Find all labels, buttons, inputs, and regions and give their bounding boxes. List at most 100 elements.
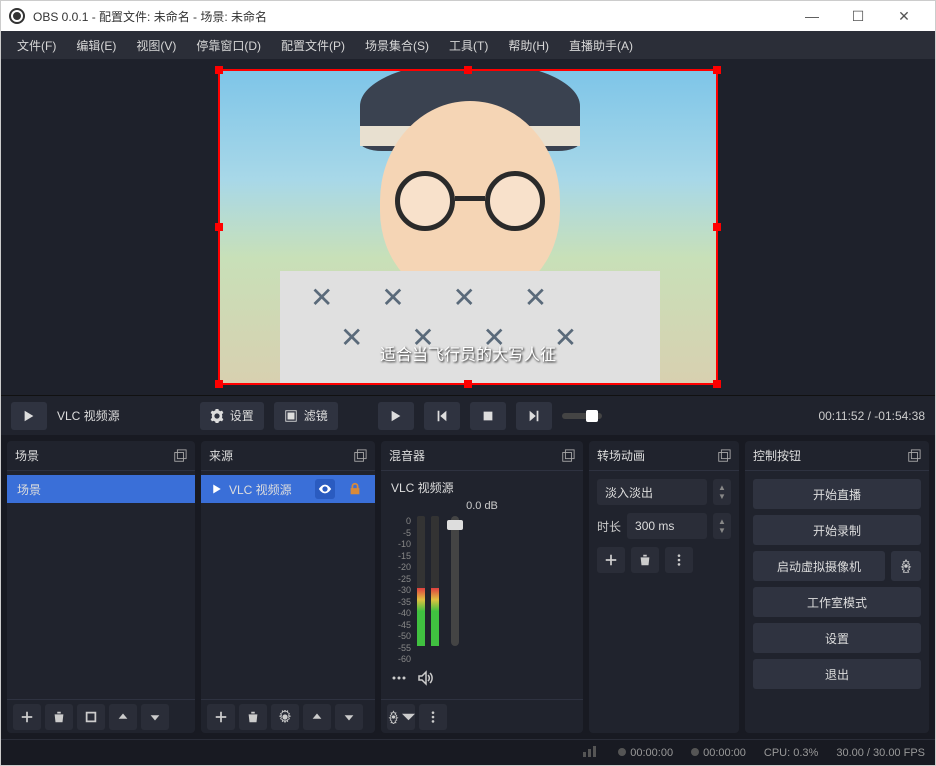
start-streaming-button[interactable]: 开始直播 — [753, 479, 921, 509]
window-title: OBS 0.0.1 - 配置文件: 未命名 - 场景: 未命名 — [33, 8, 267, 25]
resize-handle-r[interactable] — [713, 223, 721, 231]
source-visibility-toggle[interactable] — [315, 479, 335, 499]
dock-popout-icon[interactable] — [173, 449, 187, 463]
record-time: 00:00:00 — [691, 747, 746, 759]
scene-down-button[interactable] — [141, 704, 169, 730]
scene-item[interactable]: 场景 — [7, 475, 195, 503]
menu-tools[interactable]: 工具(T) — [441, 33, 496, 58]
menu-scene-collection[interactable]: 场景集合(S) — [357, 33, 437, 58]
transitions-title: 转场动画 — [597, 447, 645, 464]
source-filters-button[interactable]: 滤镜 — [274, 402, 338, 430]
play-source-icon[interactable] — [11, 402, 47, 430]
transition-select-spinner[interactable]: ▲▼ — [713, 479, 731, 505]
exit-button[interactable]: 退出 — [753, 659, 921, 689]
resize-handle-b[interactable] — [464, 380, 472, 388]
media-time: 00:11:52 / -01:54:38 — [818, 409, 925, 423]
scene-filters-button[interactable] — [77, 704, 105, 730]
fps-display: 30.00 / 30.00 FPS — [836, 747, 925, 759]
resize-handle-tl[interactable] — [215, 66, 223, 74]
sources-title: 来源 — [209, 447, 233, 464]
menu-dock[interactable]: 停靠窗口(D) — [188, 33, 269, 58]
network-indicator — [583, 746, 600, 760]
add-transition-button[interactable] — [597, 547, 625, 573]
resize-handle-bl[interactable] — [215, 380, 223, 388]
media-progress-slider[interactable] — [562, 413, 602, 419]
docks-area: 场景 场景 来源 VLC 视频源 — [1, 435, 935, 739]
play-icon — [211, 483, 223, 495]
studio-mode-button[interactable]: 工作室模式 — [753, 587, 921, 617]
media-next-button[interactable] — [516, 402, 552, 430]
add-source-button[interactable] — [207, 704, 235, 730]
mixer-mute-icon[interactable] — [417, 670, 433, 686]
audio-meter-left — [417, 516, 425, 646]
menu-file[interactable]: 文件(F) — [9, 33, 64, 58]
controls-panel: 控制按钮 开始直播 开始录制 启动虚拟摄像机 工作室模式 设置 退出 — [745, 441, 929, 733]
statusbar: 00:00:00 00:00:00 CPU: 0.3% 30.00 / 30.0… — [1, 739, 935, 765]
menu-profile[interactable]: 配置文件(P) — [273, 33, 353, 58]
start-recording-button[interactable]: 开始录制 — [753, 515, 921, 545]
minimize-button[interactable]: — — [789, 1, 835, 31]
selected-source-label: VLC 视频源 — [57, 407, 120, 424]
dock-popout-icon[interactable] — [907, 449, 921, 463]
source-selection-box[interactable]: 适合当飞行员的大写人征 — [218, 69, 718, 385]
menu-edit[interactable]: 编辑(E) — [68, 33, 124, 58]
sources-panel: 来源 VLC 视频源 — [201, 441, 375, 733]
mixer-menu-button[interactable] — [419, 704, 447, 730]
settings-button[interactable]: 设置 — [753, 623, 921, 653]
media-play-button[interactable] — [378, 402, 414, 430]
duration-spinner[interactable]: ▲▼ — [713, 513, 731, 539]
stream-time: 00:00:00 — [618, 747, 673, 759]
virtualcam-settings-button[interactable] — [891, 551, 921, 581]
resize-handle-tr[interactable] — [713, 66, 721, 74]
transition-menu-button[interactable] — [665, 547, 693, 573]
audio-meter-right — [431, 516, 439, 646]
mixer-scale: 0-5-10-15-20-25-30-35-40-45-50-55-60 — [391, 516, 411, 664]
source-settings-button[interactable]: 设置 — [200, 402, 264, 430]
dock-popout-icon[interactable] — [717, 449, 731, 463]
resize-handle-t[interactable] — [464, 66, 472, 74]
resize-handle-br[interactable] — [713, 380, 721, 388]
remove-transition-button[interactable] — [631, 547, 659, 573]
preview-area[interactable]: 适合当飞行员的大写人征 — [1, 59, 935, 395]
mixer-title: 混音器 — [389, 447, 425, 464]
scene-up-button[interactable] — [109, 704, 137, 730]
dock-popout-icon[interactable] — [353, 449, 367, 463]
scenes-title: 场景 — [15, 447, 39, 464]
maximize-button[interactable]: ☐ — [835, 1, 881, 31]
resize-handle-l[interactable] — [215, 223, 223, 231]
duration-input[interactable]: 300 ms — [627, 513, 707, 539]
transition-select[interactable]: 淡入淡出 — [597, 479, 707, 505]
transitions-panel: 转场动画 淡入淡出 ▲▼ 时长 300 ms ▲▼ — [589, 441, 739, 733]
close-button[interactable]: ✕ — [881, 1, 927, 31]
video-subtitle: 适合当飞行员的大写人征 — [220, 341, 716, 365]
cpu-usage: CPU: 0.3% — [764, 747, 818, 759]
menu-view[interactable]: 视图(V) — [128, 33, 184, 58]
titlebar: OBS 0.0.1 - 配置文件: 未命名 - 场景: 未命名 — ☐ ✕ — [1, 1, 935, 31]
media-stop-button[interactable] — [470, 402, 506, 430]
source-lock-toggle[interactable] — [345, 479, 365, 499]
source-properties-button[interactable] — [271, 704, 299, 730]
source-item[interactable]: VLC 视频源 — [201, 475, 375, 503]
mixer-db-value: 0.0 dB — [381, 500, 583, 512]
media-prev-button[interactable] — [424, 402, 460, 430]
add-scene-button[interactable] — [13, 704, 41, 730]
menu-stream-assist[interactable]: 直播助手(A) — [561, 33, 641, 58]
source-up-button[interactable] — [303, 704, 331, 730]
mixer-source-name: VLC 视频源 — [381, 475, 583, 500]
menubar: 文件(F) 编辑(E) 视图(V) 停靠窗口(D) 配置文件(P) 场景集合(S… — [1, 31, 935, 59]
media-controls-bar: VLC 视频源 设置 滤镜 00:11:52 / -01:54:38 — [1, 395, 935, 435]
source-down-button[interactable] — [335, 704, 363, 730]
controls-title: 控制按钮 — [753, 447, 801, 464]
menu-help[interactable]: 帮助(H) — [500, 33, 557, 58]
remove-source-button[interactable] — [239, 704, 267, 730]
mixer-more-icon[interactable] — [391, 670, 407, 686]
scenes-panel: 场景 场景 — [7, 441, 195, 733]
mixer-settings-button[interactable] — [387, 704, 415, 730]
video-source-preview[interactable]: 适合当飞行员的大写人征 — [220, 71, 716, 383]
duration-label: 时长 — [597, 518, 621, 535]
app-logo-icon — [9, 8, 25, 24]
dock-popout-icon[interactable] — [561, 449, 575, 463]
start-virtualcam-button[interactable]: 启动虚拟摄像机 — [753, 551, 885, 581]
volume-slider[interactable] — [451, 516, 459, 646]
remove-scene-button[interactable] — [45, 704, 73, 730]
